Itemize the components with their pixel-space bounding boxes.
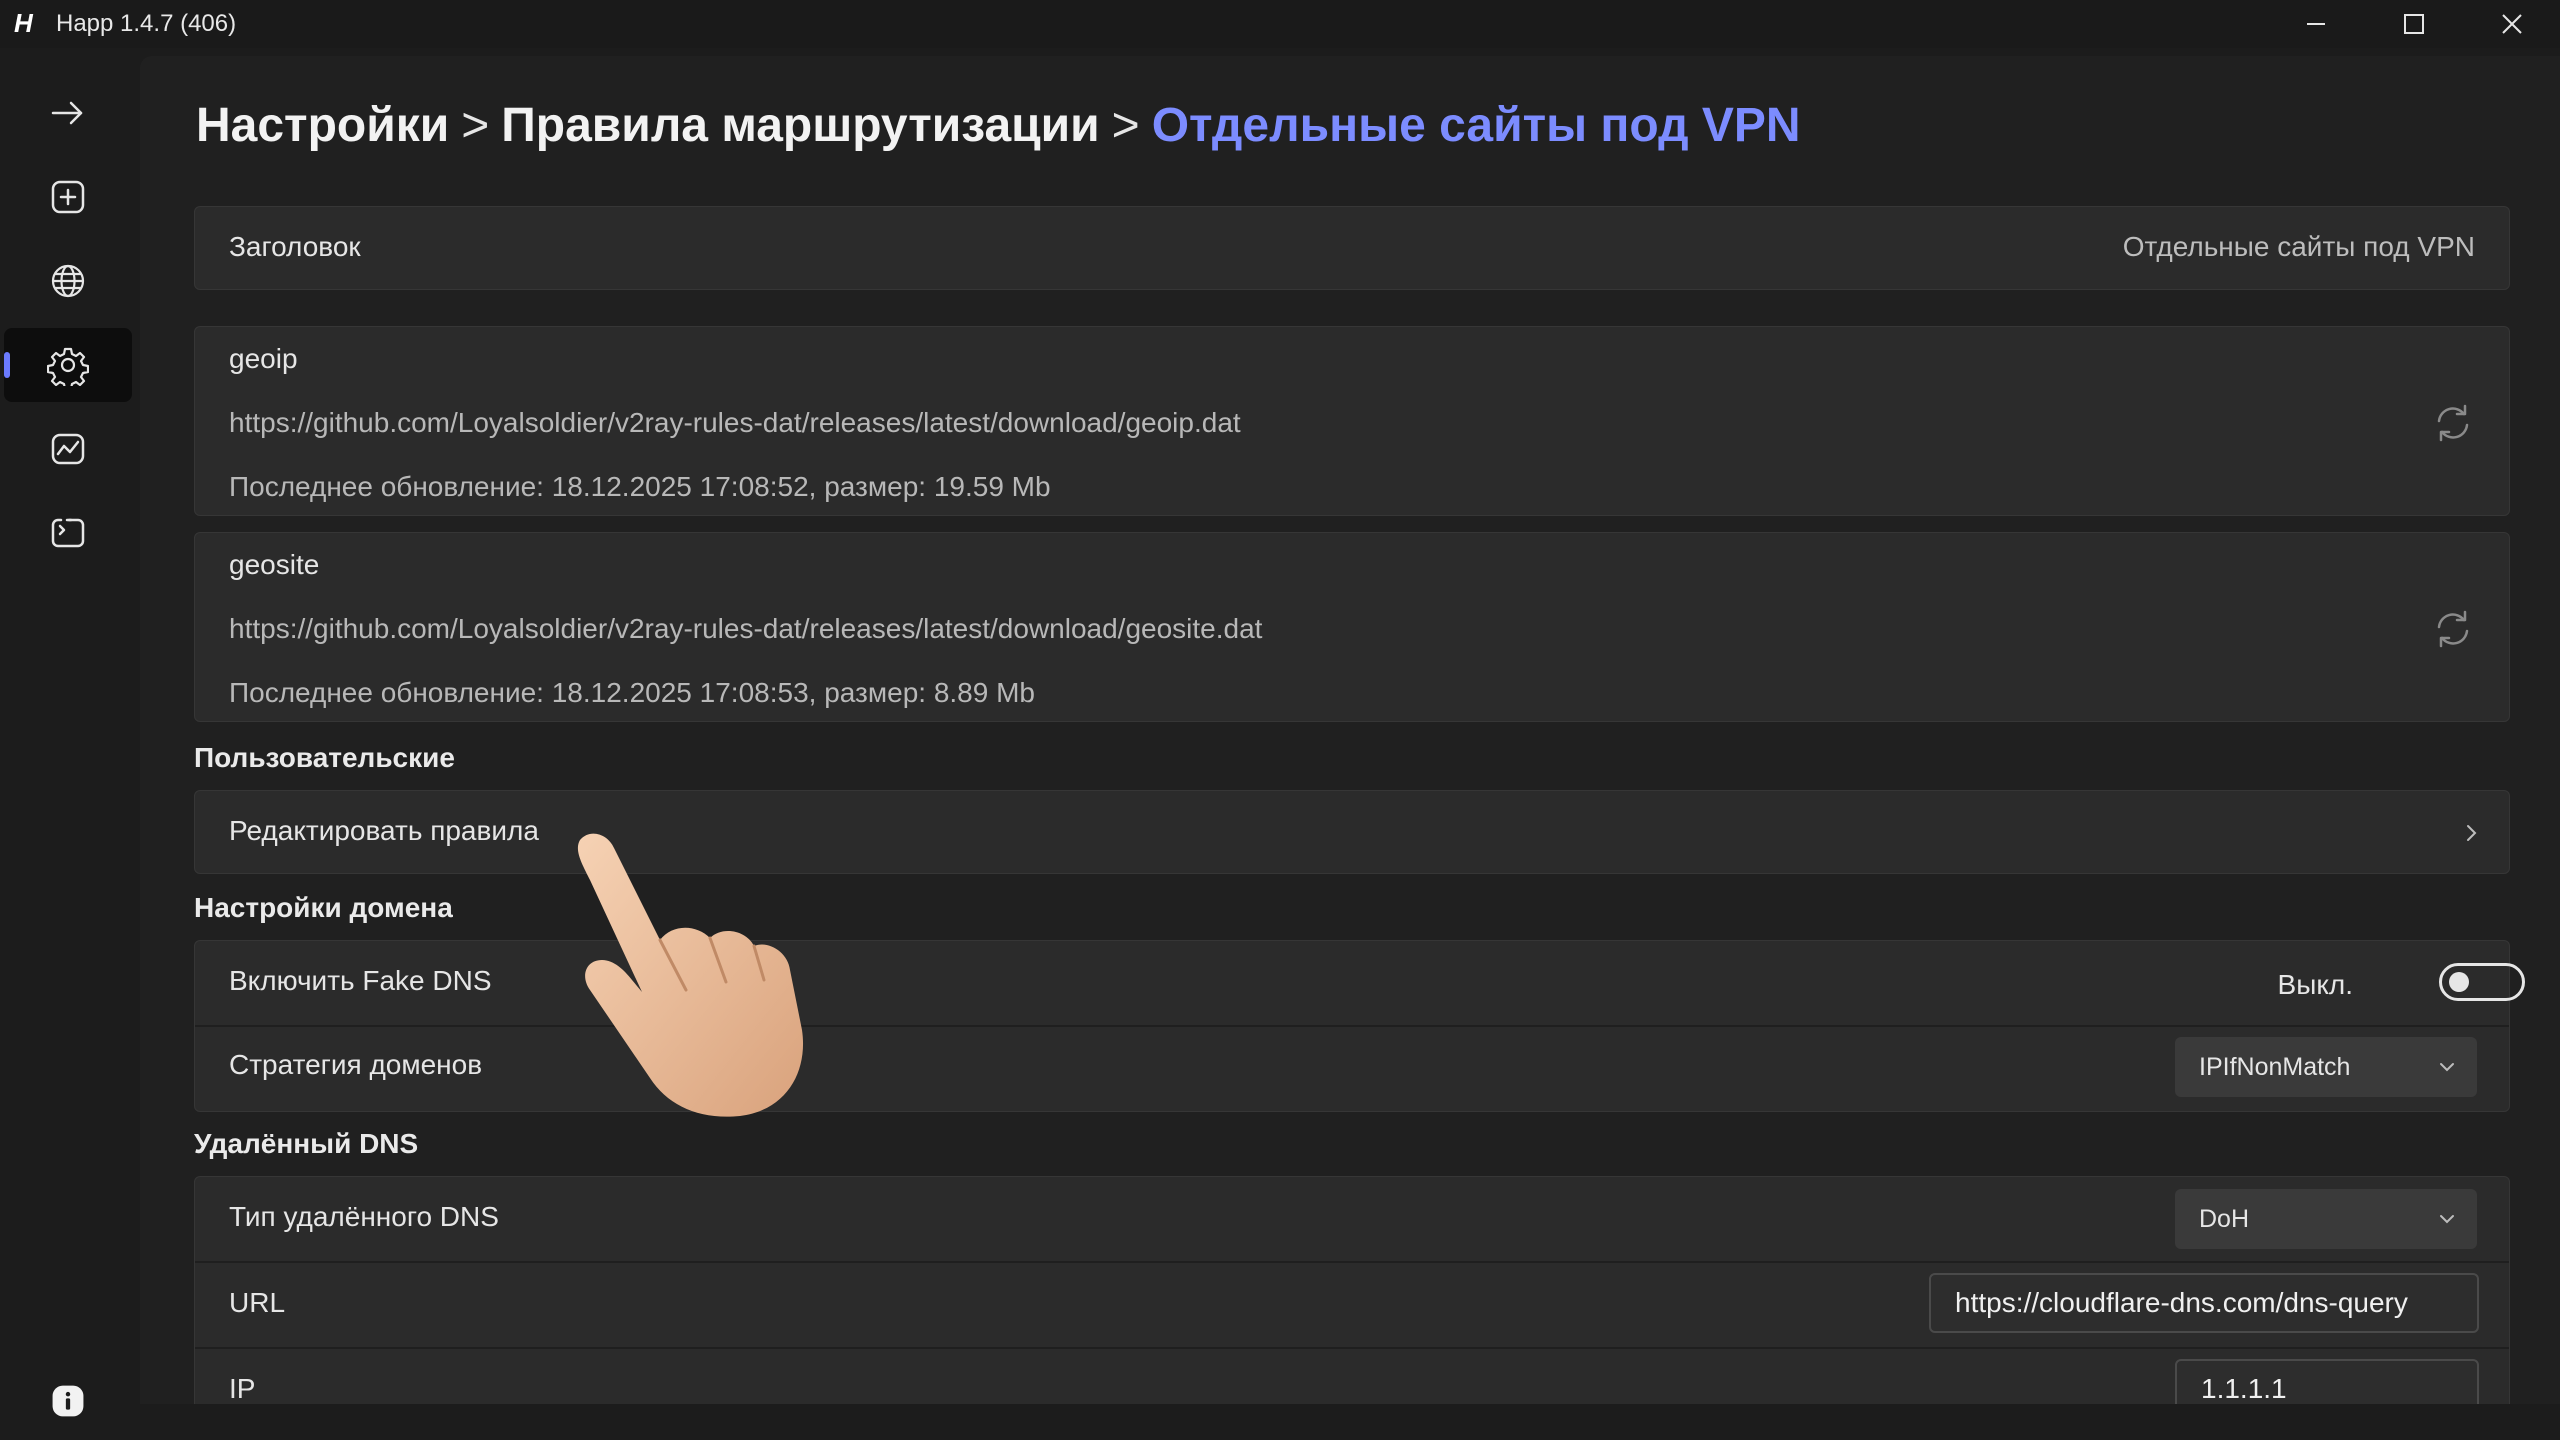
divider <box>195 1347 2509 1349</box>
remote-dns-url-label: URL <box>229 1287 286 1318</box>
edit-rules-label: Редактировать правила <box>229 815 539 846</box>
close-icon <box>2502 14 2522 34</box>
geosite-status: Последнее обновление: 18.12.2025 17:08:5… <box>229 677 1035 708</box>
refresh-icon[interactable] <box>2431 401 2475 445</box>
geoip-name: geoip <box>229 343 298 374</box>
title-row-label: Заголовок <box>229 231 361 262</box>
fake-dns-label: Включить Fake DNS <box>229 965 492 996</box>
sidebar-item-servers[interactable] <box>4 244 132 318</box>
sidebar-item-about[interactable] <box>4 1376 132 1426</box>
remote-dns-url-input[interactable]: https://cloudflare-dns.com/dns-query <box>1929 1273 2479 1333</box>
chart-icon <box>51 433 85 465</box>
remote-dns-card: Тип удалённого DNS DoH URL https://cloud… <box>194 1176 2510 1404</box>
maximize-icon <box>2404 14 2424 34</box>
remote-dns-type-select[interactable]: DoH <box>2175 1189 2477 1249</box>
title-row[interactable]: Заголовок Отдельные сайты под VPN <box>194 206 2510 290</box>
title-bar: H Happ 1.4.7 (406) <box>0 0 2560 48</box>
geosite-card: geosite https://github.com/Loyalsoldier/… <box>194 532 2510 722</box>
sidebar-item-logs[interactable] <box>4 496 132 570</box>
settings-panel: Настройки > Правила маршрутизации > Отдельны… <box>140 56 2560 1404</box>
domain-settings-card: Включить Fake DNS Выкл. Стратегия домено… <box>194 940 2525 1112</box>
chevron-down-icon <box>2440 1215 2454 1224</box>
log-icon <box>51 518 85 548</box>
maximize-button[interactable] <box>2366 0 2462 48</box>
breadcrumb-current: Отдельные сайты под VPN <box>1151 99 1801 152</box>
info-icon <box>52 1385 84 1417</box>
section-title-custom: Пользовательские <box>194 742 455 773</box>
sidebar <box>0 48 136 1440</box>
edit-rules-row[interactable]: Редактировать правила <box>194 790 2510 874</box>
sidebar-item-settings[interactable] <box>4 328 132 402</box>
close-button[interactable] <box>2464 0 2560 48</box>
divider <box>195 1025 2509 1027</box>
geoip-status: Последнее обновление: 18.12.2025 17:08:5… <box>229 471 1051 502</box>
breadcrumb-separator: > <box>461 99 490 152</box>
remote-dns-ip-value: 1.1.1.1 <box>2201 1373 2287 1404</box>
sidebar-item-connect[interactable] <box>4 76 132 150</box>
geoip-url: https://github.com/Loyalsoldier/v2ray-ru… <box>229 407 1241 438</box>
toggle-knob <box>2449 972 2469 992</box>
window-title: Happ 1.4.7 (406) <box>56 10 237 37</box>
minimize-icon <box>2307 23 2325 25</box>
fake-dns-toggle[interactable] <box>2439 963 2525 1001</box>
breadcrumb: Настройки > Правила маршрутизации > Отдельны… <box>196 98 1801 153</box>
remote-dns-url-value: https://cloudflare-dns.com/dns-query <box>1955 1287 2408 1318</box>
section-title-remote-dns: Удалённый DNS <box>194 1128 419 1159</box>
remote-dns-ip-label: IP <box>229 1373 256 1404</box>
add-icon <box>51 180 85 214</box>
sidebar-item-add[interactable] <box>4 160 132 234</box>
domain-strategy-select[interactable]: IPIfNonMatch <box>2175 1037 2477 1097</box>
divider <box>195 1261 2509 1263</box>
refresh-icon[interactable] <box>2431 607 2475 651</box>
geosite-name: geosite <box>229 549 320 580</box>
breadcrumb-settings[interactable]: Настройки <box>196 99 449 152</box>
remote-dns-ip-input[interactable]: 1.1.1.1 <box>2175 1359 2479 1404</box>
chevron-right-icon <box>2467 825 2477 841</box>
app-logo: H <box>14 8 33 38</box>
chevron-down-icon <box>2440 1063 2454 1072</box>
globe-icon <box>51 264 85 298</box>
sidebar-item-statistics[interactable] <box>4 412 132 486</box>
domain-strategy-value: IPIfNonMatch <box>2199 1053 2351 1081</box>
remote-dns-type-label: Тип удалённого DNS <box>229 1201 499 1232</box>
remote-dns-type-value: DoH <box>2199 1205 2250 1233</box>
domain-strategy-label: Стратегия доменов <box>229 1049 483 1080</box>
breadcrumb-routing-rules[interactable]: Правила маршрутизации <box>501 99 1099 152</box>
minimize-button[interactable] <box>2268 0 2364 48</box>
geoip-card: geoip https://github.com/Loyalsoldier/v2… <box>194 326 2510 516</box>
title-row-value: Отдельные сайты под VPN <box>2122 231 2475 262</box>
pointing-hand-icon <box>577 833 804 1117</box>
breadcrumb-separator: > <box>1111 99 1140 152</box>
arrow-right-icon <box>51 101 83 125</box>
gear-icon <box>47 347 89 386</box>
fake-dns-state: Выкл. <box>2277 969 2353 1000</box>
section-title-domain: Настройки домена <box>194 892 453 923</box>
geosite-url: https://github.com/Loyalsoldier/v2ray-ru… <box>229 613 1263 644</box>
